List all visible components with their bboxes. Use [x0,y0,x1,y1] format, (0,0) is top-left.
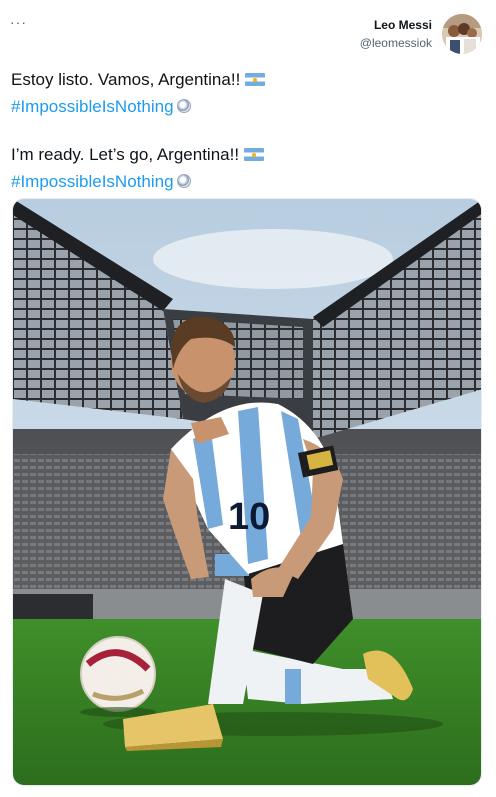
argentina-flag-icon [245,73,266,86]
more-options-icon[interactable]: ··· [10,14,27,30]
tweet-text-es: Estoy listo. Vamos, Argentina!! [11,70,241,89]
author-name[interactable]: Leo Messi [360,18,432,32]
tweet-paragraph-en: I’m ready. Let’s go, Argentina!! #Imposs… [11,141,265,195]
argentina-flag-icon [244,148,265,161]
stadium-photo-illustration: 10 [13,199,481,785]
avatar[interactable] [442,14,482,54]
author-handle[interactable]: @leomessiok [360,36,432,50]
jersey-number: 10 [228,496,270,538]
tweet-paragraph-es: Estoy listo. Vamos, Argentina!! #Impossi… [11,66,266,120]
soccer-ball-icon [176,99,191,113]
hashtag-link[interactable]: #ImpossibleIsNothing [11,97,174,116]
tweet-text-en: I’m ready. Let’s go, Argentina!! [11,145,240,164]
author-info[interactable]: Leo Messi @leomessiok [360,18,432,50]
tweet-photo[interactable]: 10 [12,198,482,786]
soccer-ball-icon [176,174,191,188]
hashtag-link[interactable]: #ImpossibleIsNothing [11,172,174,191]
avatar-image [442,14,482,54]
